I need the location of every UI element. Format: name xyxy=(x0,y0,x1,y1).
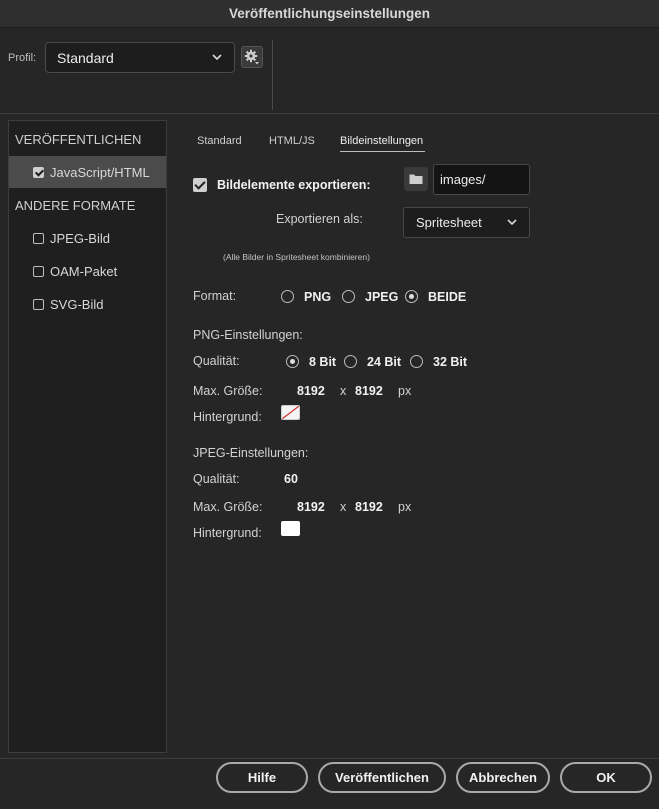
sidebar-item-label: SVG-Bild xyxy=(50,296,104,312)
sidebar-section-publish: VERÖFFENTLICHEN xyxy=(15,132,142,147)
chevron-down-icon xyxy=(507,219,517,226)
sidebar-item-checkbox[interactable] xyxy=(33,265,44,277)
format-radio-jpeg[interactable] xyxy=(342,290,355,303)
help-button[interactable]: Hilfe xyxy=(216,762,308,793)
sidebar-item-svg[interactable]: SVG-Bild xyxy=(9,288,166,320)
png-quality-radio-8bit[interactable] xyxy=(286,355,299,368)
jpeg-max-height[interactable]: 8192 xyxy=(355,500,383,514)
png-quality-option-8bit: 8 Bit xyxy=(309,355,337,369)
png-size-unit: px xyxy=(398,384,412,398)
sidebar-section-other-formats: ANDERE FORMATE xyxy=(15,198,136,213)
png-max-width[interactable]: 8192 xyxy=(297,384,325,398)
sidebar-item-oam[interactable]: OAM-Paket xyxy=(9,255,166,287)
format-radio-png[interactable] xyxy=(281,290,294,303)
format-label: Format: xyxy=(193,289,237,303)
header-separator xyxy=(0,113,659,114)
png-max-height[interactable]: 8192 xyxy=(355,384,383,398)
folder-icon xyxy=(409,174,423,184)
sidebar-item-checkbox[interactable] xyxy=(33,166,44,178)
format-option-jpeg: JPEG xyxy=(365,290,399,304)
format-option-beide: BEIDE xyxy=(428,290,467,304)
chevron-down-icon xyxy=(212,54,222,61)
tab-image-settings[interactable]: Bildeinstellungen xyxy=(340,135,423,147)
active-tab-indicator xyxy=(340,151,425,152)
png-max-size-label: Max. Größe: xyxy=(193,384,263,398)
jpeg-max-size-label: Max. Größe: xyxy=(193,500,263,514)
gear-icon xyxy=(244,49,259,65)
sidebar-item-label: JPEG-Bild xyxy=(50,230,110,246)
jpeg-background-label: Hintergrund: xyxy=(193,526,262,540)
jpeg-max-width[interactable]: 8192 xyxy=(297,500,325,514)
images-folder-input[interactable]: images/ xyxy=(433,164,530,195)
cancel-button[interactable]: Abbrechen xyxy=(456,762,550,793)
jpeg-quality-label: Qualität: xyxy=(193,472,240,486)
png-background-label: Hintergrund: xyxy=(193,410,262,424)
sidebar-item-label: OAM-Paket xyxy=(50,263,118,279)
png-quality-option-32bit: 32 Bit xyxy=(433,355,468,369)
profile-options-button[interactable] xyxy=(241,46,263,68)
header-divider xyxy=(272,40,273,110)
sidebar-item-checkbox[interactable] xyxy=(33,298,44,310)
export-images-label: Bildelemente exportieren: xyxy=(217,178,371,192)
export-as-select[interactable]: Spritesheet xyxy=(403,207,530,238)
export-hint: (Alle Bilder in Spritesheet kombinieren) xyxy=(223,252,370,262)
png-size-separator: x xyxy=(340,384,347,398)
format-radio-beide[interactable] xyxy=(405,290,418,303)
jpeg-background-swatch[interactable] xyxy=(281,521,300,536)
png-quality-label: Qualität: xyxy=(193,354,240,368)
sidebar: VERÖFFENTLICHEN JavaScript/HTML ANDERE F… xyxy=(8,120,167,753)
no-color-icon xyxy=(282,406,299,419)
png-settings-heading: PNG-Einstellungen: xyxy=(193,328,303,342)
window-title: Veröffentlichungseinstellungen xyxy=(0,0,659,28)
jpeg-quality-value[interactable]: 60 xyxy=(284,472,298,486)
tab-html-js[interactable]: HTML/JS xyxy=(269,135,315,147)
footer-separator xyxy=(0,758,659,759)
sidebar-item-checkbox[interactable] xyxy=(33,232,44,244)
publish-button[interactable]: Veröffentlichen xyxy=(318,762,446,793)
jpeg-settings-heading: JPEG-Einstellungen: xyxy=(193,446,309,460)
png-background-swatch[interactable] xyxy=(281,405,300,420)
profile-label: Profil: xyxy=(8,52,37,64)
jpeg-size-unit: px xyxy=(398,500,412,514)
export-as-value: Spritesheet xyxy=(416,215,482,230)
export-images-checkbox[interactable] xyxy=(193,178,207,192)
sidebar-item-javascript-html[interactable]: JavaScript/HTML xyxy=(9,156,166,188)
profile-select[interactable]: Standard xyxy=(45,42,235,73)
jpeg-size-separator: x xyxy=(340,500,347,514)
profile-value: Standard xyxy=(57,49,114,66)
browse-folder-button[interactable] xyxy=(404,167,428,191)
png-quality-radio-24bit[interactable] xyxy=(344,355,357,368)
sidebar-item-jpeg[interactable]: JPEG-Bild xyxy=(9,222,166,254)
ok-button[interactable]: OK xyxy=(560,762,652,793)
format-option-png: PNG xyxy=(304,290,332,304)
tab-standard[interactable]: Standard xyxy=(197,135,242,147)
png-quality-option-24bit: 24 Bit xyxy=(367,355,402,369)
png-quality-radio-32bit[interactable] xyxy=(410,355,423,368)
export-as-label: Exportieren als: xyxy=(276,212,363,226)
sidebar-item-label: JavaScript/HTML xyxy=(50,164,150,180)
